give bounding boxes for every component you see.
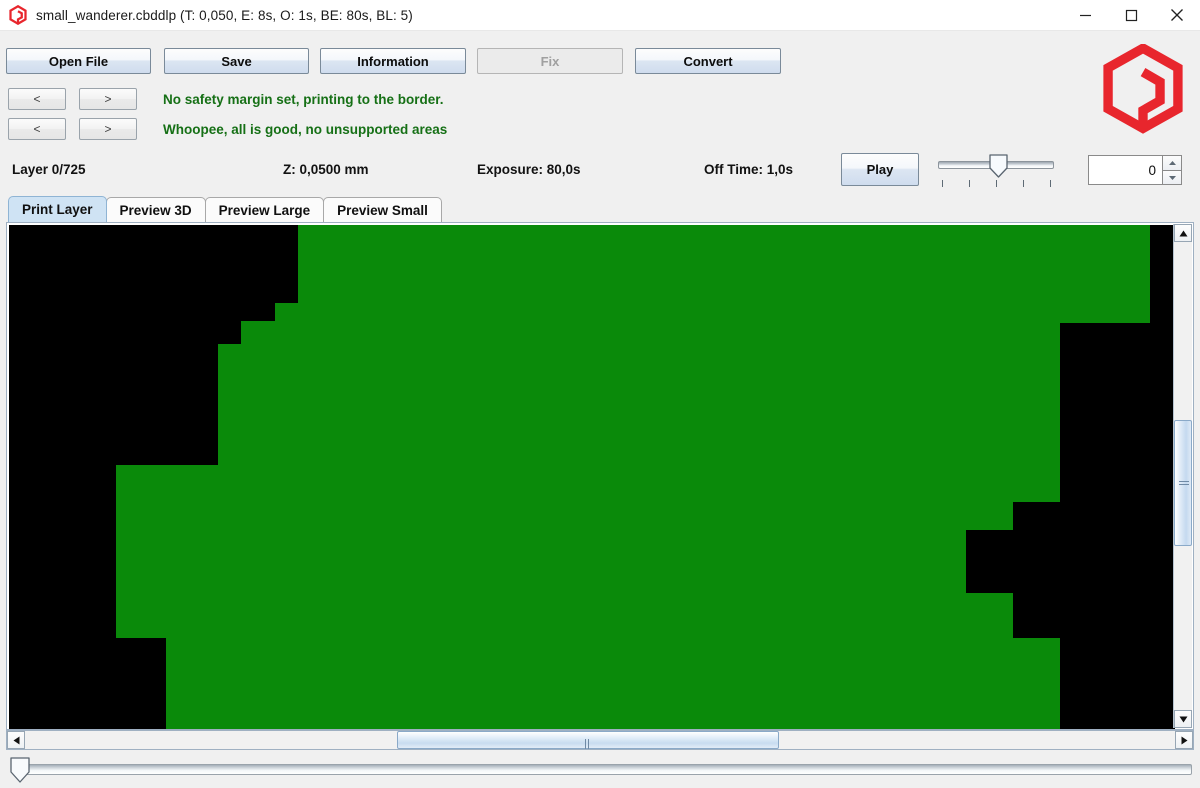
next-layer-button-2[interactable]: > xyxy=(79,118,137,140)
tab-print-layer[interactable]: Print Layer xyxy=(8,196,107,222)
scroll-right-button[interactable] xyxy=(1175,731,1193,749)
support-status-message: Whoopee, all is good, no unsupported are… xyxy=(163,122,448,137)
scroll-thumb-grip-horizontal xyxy=(585,736,591,749)
tab-preview-small[interactable]: Preview Small xyxy=(323,197,442,222)
chevron-up-icon xyxy=(1168,161,1176,165)
layer-info: Layer 0/725 xyxy=(12,162,86,177)
scroll-thumb-grip xyxy=(1179,481,1189,486)
information-button[interactable]: Information xyxy=(320,48,466,74)
tab-preview-large[interactable]: Preview Large xyxy=(204,197,325,222)
layer-canvas[interactable] xyxy=(9,225,1175,729)
triangle-right-icon xyxy=(1181,736,1187,744)
prev-layer-button-1[interactable]: < xyxy=(8,88,66,110)
layer-slider-thumb[interactable] xyxy=(10,757,30,783)
window-controls xyxy=(1062,0,1200,30)
slider-tick-marks xyxy=(936,180,1056,188)
chevron-down-icon xyxy=(1168,175,1176,180)
scroll-left-button[interactable] xyxy=(7,731,25,749)
slider-thumb[interactable] xyxy=(989,154,1008,178)
maximize-button[interactable] xyxy=(1108,0,1154,30)
title-bar: small_wanderer.cbddlp (T: 0,050, E: 8s, … xyxy=(0,0,1200,31)
vertical-scrollbar[interactable] xyxy=(1173,224,1192,728)
layer-viewport xyxy=(6,222,1194,730)
tab-preview-3d[interactable]: Preview 3D xyxy=(105,197,206,222)
maximize-icon xyxy=(1125,9,1137,21)
photon-hexagon-p-logo xyxy=(1103,44,1183,134)
fix-button: Fix xyxy=(477,48,623,74)
view-tabs: Print Layer Preview 3D Preview Large Pre… xyxy=(8,196,442,222)
close-icon xyxy=(1171,9,1183,21)
layer-slider-track xyxy=(16,764,1192,775)
next-layer-button-1[interactable]: > xyxy=(79,88,137,110)
triangle-left-icon xyxy=(13,736,19,744)
open-file-button[interactable]: Open File xyxy=(6,48,151,74)
close-button[interactable] xyxy=(1154,0,1200,30)
exposure-info: Exposure: 80,0s xyxy=(477,162,581,177)
playback-speed-slider[interactable] xyxy=(936,152,1056,188)
layer-number-spinner[interactable]: 0 xyxy=(1088,155,1182,185)
triangle-up-icon xyxy=(1179,230,1187,236)
save-button[interactable]: Save xyxy=(164,48,309,74)
window-title: small_wanderer.cbddlp (T: 0,050, E: 8s, … xyxy=(36,7,413,23)
off-time-info: Off Time: 1,0s xyxy=(704,162,794,177)
spinner-buttons xyxy=(1162,155,1182,185)
scroll-down-button[interactable] xyxy=(1174,710,1192,728)
spinner-decrement-button[interactable] xyxy=(1162,170,1182,185)
horizontal-scrollbar[interactable] xyxy=(6,730,1194,750)
photon-hexagon-p-icon xyxy=(9,5,27,25)
layer-number-input[interactable]: 0 xyxy=(1088,155,1162,185)
spinner-increment-button[interactable] xyxy=(1162,155,1182,170)
layer-cross-section xyxy=(9,225,1175,729)
prev-layer-button-2[interactable]: < xyxy=(8,118,66,140)
convert-button[interactable]: Convert xyxy=(635,48,781,74)
horizontal-scroll-thumb[interactable] xyxy=(397,731,779,749)
minimize-icon xyxy=(1079,14,1091,16)
z-height-info: Z: 0,0500 mm xyxy=(283,162,369,177)
vertical-scroll-thumb[interactable] xyxy=(1174,420,1192,546)
minimize-button[interactable] xyxy=(1062,0,1108,30)
layer-position-slider[interactable] xyxy=(6,756,1194,786)
application-window: small_wanderer.cbddlp (T: 0,050, E: 8s, … xyxy=(0,0,1200,788)
scroll-up-button[interactable] xyxy=(1174,224,1192,242)
margin-status-message: No safety margin set, printing to the bo… xyxy=(163,92,444,107)
triangle-down-icon xyxy=(1179,716,1187,722)
play-button[interactable]: Play xyxy=(841,153,919,186)
